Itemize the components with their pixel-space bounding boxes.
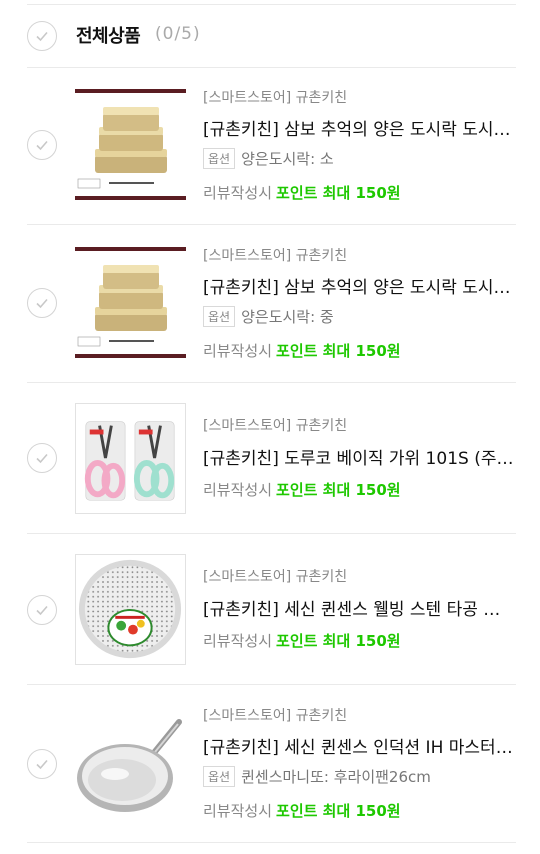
check-icon: [36, 453, 48, 464]
colander-icon: [76, 555, 185, 664]
review-prefix: 리뷰작성시: [203, 342, 273, 360]
review-prefix: 리뷰작성시: [203, 802, 273, 820]
review-point: 포인트 최대 150원: [276, 632, 401, 650]
lunchbox-icon: [75, 247, 186, 358]
product-title[interactable]: [규촌키친] 세신 퀸센스 인덕션 IH 마스터 후라이팬: [203, 733, 515, 758]
review-point: 포인트 최대 150원: [276, 342, 401, 360]
review-point: 포인트 최대 150원: [276, 184, 401, 202]
option-value: 양은도시락: 중: [241, 308, 334, 326]
review-point-info: 리뷰작성시 포인트 최대 150원: [203, 800, 401, 821]
product-image[interactable]: [75, 554, 186, 665]
product-title[interactable]: [규촌키친] 세신 퀸센스 웰빙 스텐 타공 소쿠리: [203, 595, 515, 620]
product-image[interactable]: [75, 247, 186, 358]
product-image[interactable]: [75, 89, 186, 200]
select-all-label[interactable]: 전체상품: [76, 22, 141, 48]
review-prefix: 리뷰작성시: [203, 184, 273, 202]
cart-item: [스마트스토어] 규촌키친 [규촌키친] 세신 퀸센스 웰빙 스텐 타공 소쿠리…: [0, 534, 540, 684]
select-all-checkbox[interactable]: [27, 21, 57, 51]
review-prefix: 리뷰작성시: [203, 632, 273, 650]
check-icon: [36, 605, 48, 616]
check-icon: [36, 759, 48, 770]
option-tag: 옵션: [203, 148, 236, 169]
review-point-info: 리뷰작성시 포인트 최대 150원: [203, 182, 401, 203]
scissors-icon: [76, 404, 185, 513]
product-option: 옵션 양은도시락: 소: [203, 148, 334, 169]
review-point: 포인트 최대 150원: [276, 481, 401, 499]
select-all-header: 전체상품 (0/5): [0, 0, 540, 68]
option-tag: 옵션: [203, 766, 236, 787]
review-prefix: 리뷰작성시: [203, 481, 273, 499]
product-title[interactable]: [규촌키친] 삼보 추억의 양은 도시락 도시락통 추억의 도시락: [203, 273, 515, 298]
cart-item: [스마트스토어] 규촌키친 [규촌키친] 도루코 베이직 가위 101S (주방…: [0, 383, 540, 533]
divider: [27, 842, 516, 843]
review-point-info: 리뷰작성시 포인트 최대 150원: [203, 630, 401, 651]
store-name: [스마트스토어] 규촌키친: [203, 708, 348, 724]
review-point-info: 리뷰작성시 포인트 최대 150원: [203, 479, 401, 500]
store-name: [스마트스토어] 규촌키친: [203, 569, 348, 585]
store-name: [스마트스토어] 규촌키친: [203, 418, 348, 434]
option-tag: 옵션: [203, 306, 236, 327]
check-icon: [36, 31, 48, 42]
option-value: 양은도시락: 소: [241, 150, 334, 168]
check-icon: [36, 140, 48, 151]
review-point-info: 리뷰작성시 포인트 최대 150원: [203, 340, 401, 361]
item-checkbox[interactable]: [27, 443, 57, 473]
product-option: 옵션 양은도시락: 중: [203, 306, 334, 327]
item-checkbox[interactable]: [27, 130, 57, 160]
product-option: 옵션 퀸센스마니또: 후라이팬26cm: [203, 766, 431, 787]
item-checkbox[interactable]: [27, 595, 57, 625]
lunchbox-icon: [75, 89, 186, 200]
product-image[interactable]: [75, 708, 186, 819]
product-image[interactable]: [75, 403, 186, 514]
frying-pan-icon: [75, 708, 186, 819]
item-checkbox[interactable]: [27, 749, 57, 779]
product-title[interactable]: [규촌키친] 도루코 베이직 가위 101S (주방가위): [203, 444, 515, 469]
selected-count: (0/5): [155, 24, 201, 44]
product-title[interactable]: [규촌키친] 삼보 추억의 양은 도시락 도시락통 추억의 도시락: [203, 115, 515, 140]
item-checkbox[interactable]: [27, 288, 57, 318]
store-name: [스마트스토어] 규촌키친: [203, 90, 348, 106]
review-point: 포인트 최대 150원: [276, 802, 401, 820]
cart-item: [스마트스토어] 규촌키친 [규촌키친] 삼보 추억의 양은 도시락 도시락통 …: [0, 68, 540, 224]
check-icon: [36, 298, 48, 309]
store-name: [스마트스토어] 규촌키친: [203, 248, 348, 264]
cart-item: [스마트스토어] 규촌키친 [규촌키친] 삼보 추억의 양은 도시락 도시락통 …: [0, 225, 540, 381]
cart-item: [스마트스토어] 규촌키친 [규촌키친] 세신 퀸센스 인덕션 IH 마스터 후…: [0, 685, 540, 841]
option-value: 퀸센스마니또: 후라이팬26cm: [241, 768, 431, 786]
